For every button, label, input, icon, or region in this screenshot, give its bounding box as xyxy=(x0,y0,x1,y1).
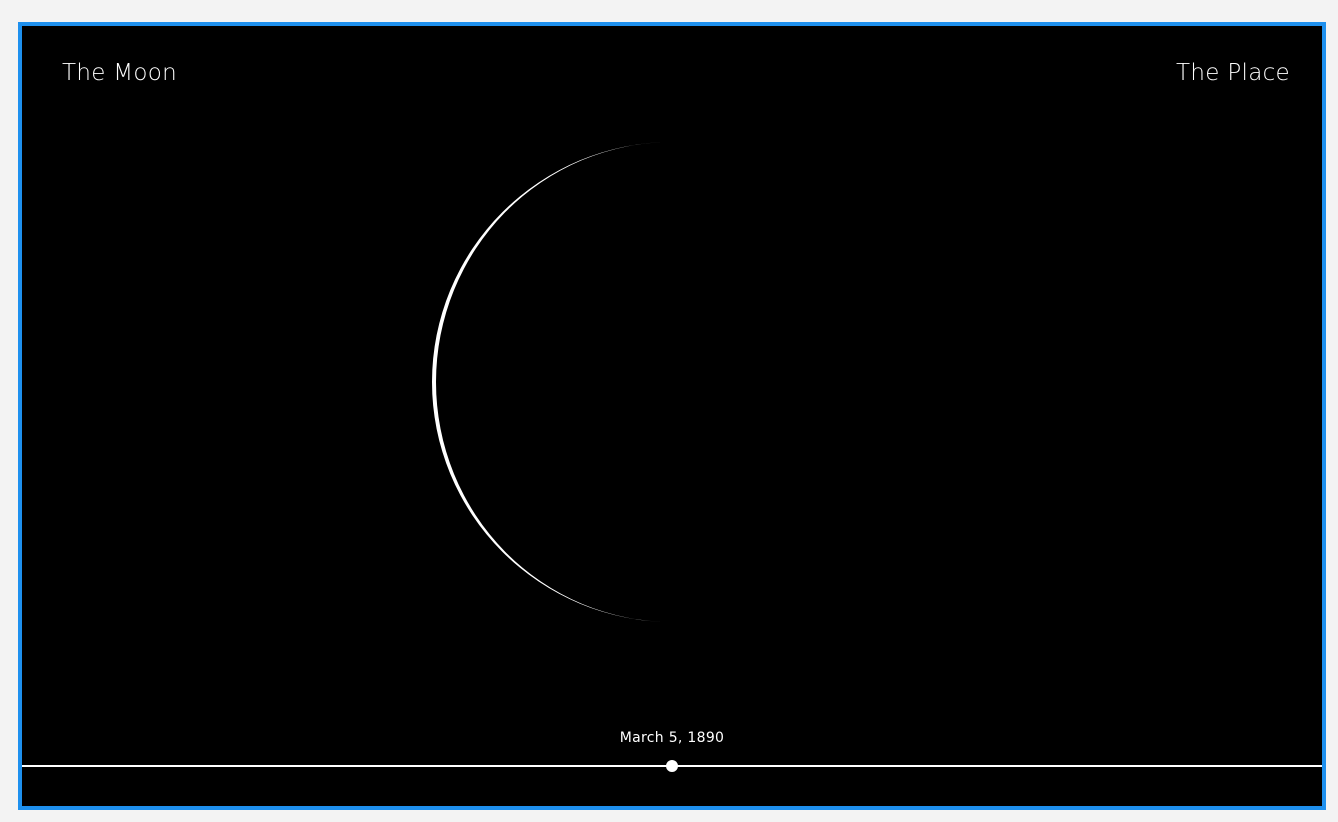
date-label: March 5, 1890 xyxy=(619,730,725,746)
date-slider[interactable] xyxy=(22,756,1322,776)
moon-phase-graphic xyxy=(432,142,672,622)
slider-thumb[interactable] xyxy=(666,760,678,772)
moon-viewer-frame: The Moon The Place March 5, 1890 xyxy=(18,22,1326,810)
moon-crescent xyxy=(432,142,672,622)
